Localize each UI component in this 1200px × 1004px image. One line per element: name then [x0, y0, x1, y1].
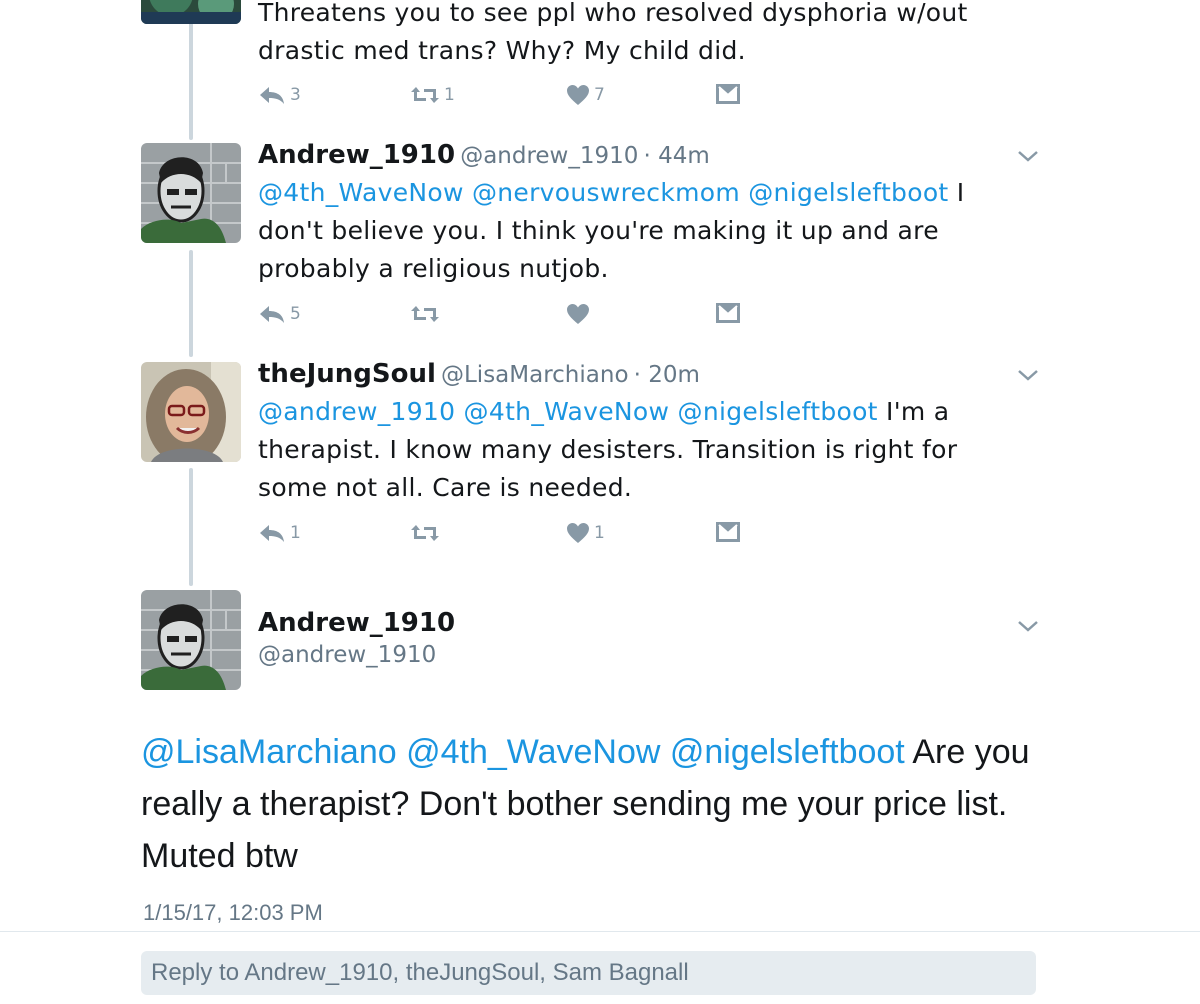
- reply-placeholder: Reply to Andrew_1910, theJungSoul, Sam B…: [151, 959, 689, 986]
- focused-tweet-text: @LisaMarchiano @4th_WaveNow @nigelsleftb…: [141, 726, 1061, 882]
- chevron-down-icon[interactable]: [1016, 367, 1040, 383]
- tweet-actions: 1 1: [258, 522, 758, 552]
- divider: [0, 931, 1200, 932]
- like-icon: [567, 304, 589, 324]
- user-handle[interactable]: @andrew_1910: [460, 143, 638, 169]
- mentions[interactable]: @LisaMarchiano @4th_WaveNow @nigelsleftb…: [141, 733, 905, 771]
- like-icon: [567, 523, 589, 543]
- avatar[interactable]: [141, 0, 241, 24]
- display-name[interactable]: Andrew_1910: [258, 140, 455, 170]
- chevron-down-icon[interactable]: [1016, 148, 1040, 164]
- reply-button[interactable]: 5: [258, 303, 301, 325]
- tweet-header: theJungSoul @LisaMarchiano · 20m: [258, 359, 700, 389]
- reply-icon: [260, 87, 284, 104]
- direct-message-icon: [716, 522, 740, 542]
- tweet-header: Andrew_1910 @andrew_1910 · 44m: [258, 140, 710, 170]
- like-icon: [567, 85, 589, 105]
- focused-display-name[interactable]: Andrew_1910: [258, 608, 455, 638]
- retweet-count: 1: [444, 85, 455, 105]
- reply-icon: [260, 525, 284, 542]
- retweet-icon: [411, 525, 439, 541]
- focused-user-handle[interactable]: @andrew_1910: [258, 642, 436, 668]
- user-handle[interactable]: @LisaMarchiano: [441, 362, 629, 388]
- tweet-actions: 3 1 7: [258, 84, 758, 114]
- retweet-icon: [411, 306, 439, 322]
- tweet-text: Threatens you to see ppl who resolved dy…: [258, 0, 998, 70]
- tweet-time[interactable]: · 20m: [634, 362, 700, 388]
- avatar[interactable]: [141, 143, 241, 243]
- tweet-text: @4th_WaveNow @nervouswreckmom @nigelslef…: [258, 174, 998, 288]
- direct-message-button[interactable]: [716, 522, 740, 542]
- retweet-button[interactable]: [410, 303, 444, 325]
- mentions[interactable]: @andrew_1910 @4th_WaveNow @nigelsleftboo…: [258, 397, 878, 426]
- thread-line: [189, 468, 193, 586]
- reply-icon: [260, 306, 284, 323]
- display-name[interactable]: theJungSoul: [258, 359, 436, 389]
- direct-message-button[interactable]: [716, 84, 740, 104]
- retweet-button[interactable]: 1: [410, 84, 455, 106]
- retweet-icon: [411, 87, 439, 103]
- tweet-actions: 5: [258, 303, 758, 333]
- direct-message-button[interactable]: [716, 303, 740, 323]
- like-button[interactable]: 1: [566, 522, 605, 544]
- reply-button[interactable]: 3: [258, 84, 301, 106]
- retweet-button[interactable]: [410, 522, 444, 544]
- avatar[interactable]: [141, 590, 241, 690]
- reply-count: 3: [290, 85, 301, 105]
- direct-message-icon: [716, 84, 740, 104]
- avatar[interactable]: [141, 362, 241, 462]
- thread-line: [189, 250, 193, 357]
- tweet-text: @andrew_1910 @4th_WaveNow @nigelsleftboo…: [258, 393, 998, 507]
- tweet-time[interactable]: · 44m: [644, 143, 710, 169]
- tweet-timestamp: 1/15/17, 12:03 PM: [143, 900, 323, 925]
- like-count: 1: [594, 523, 605, 543]
- like-button[interactable]: 7: [566, 84, 605, 106]
- reply-button[interactable]: 1: [258, 522, 301, 544]
- mentions[interactable]: @4th_WaveNow @nervouswreckmom @nigelslef…: [258, 178, 949, 207]
- chevron-down-icon[interactable]: [1016, 618, 1040, 634]
- tweet-text-content: Threatens you to see ppl who resolved dy…: [258, 0, 968, 65]
- direct-message-icon: [716, 303, 740, 323]
- like-count: 7: [594, 85, 605, 105]
- like-button[interactable]: [566, 303, 594, 325]
- reply-input[interactable]: Reply to Andrew_1910, theJungSoul, Sam B…: [141, 951, 1036, 995]
- reply-count: 5: [290, 304, 301, 324]
- reply-count: 1: [290, 523, 301, 543]
